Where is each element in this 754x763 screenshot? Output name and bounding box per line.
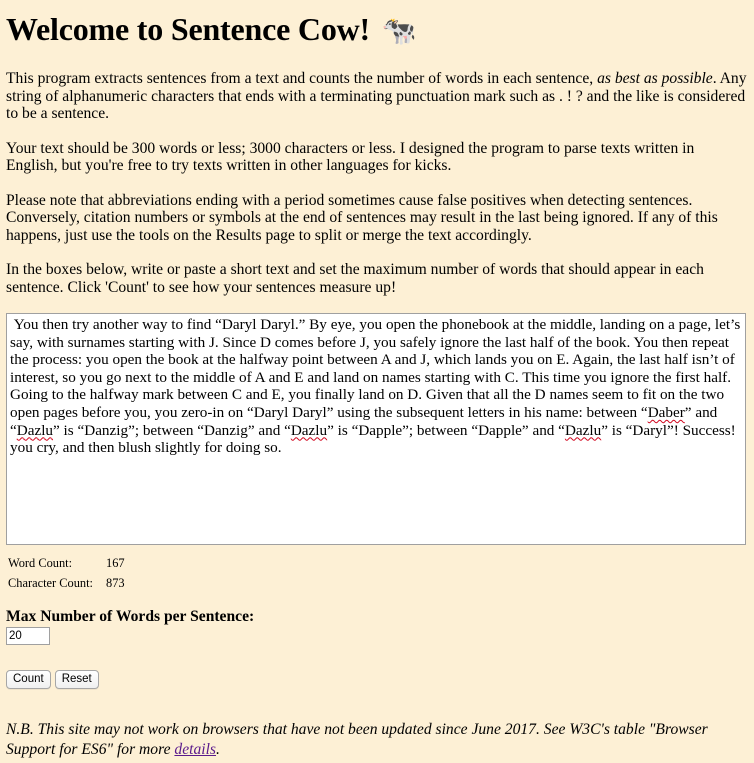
word-count-value: 167 [106,556,125,570]
count-button[interactable]: Count [6,670,51,689]
counts-panel: Word Count: 167 Character Count: 873 [6,553,748,593]
intro-paragraph-1: This program extracts sentences from a t… [6,70,747,122]
character-count-value: 873 [106,576,125,590]
intro-paragraph-2: Your text should be 300 words or less; 3… [6,139,695,175]
reset-button[interactable]: Reset [54,670,99,689]
intro-paragraph-4: In the boxes below, write or paste a sho… [6,261,704,296]
button-row: Count Reset [6,670,748,689]
cow-icon: 🐄 [381,14,417,47]
details-link[interactable]: details [174,741,216,758]
intro-paragraph-3: Please note that abbreviations ending wi… [6,191,718,244]
browser-note: N.B. This site may not work on browsers … [6,721,708,758]
max-words-label: Max Number of Words per Sentence: [6,608,255,625]
max-words-input[interactable]: 20 [6,627,50,645]
word-count-label: Word Count: [8,556,73,570]
page-title: Welcome to Sentence Cow! 🐄 [6,0,748,48]
character-count-row: Character Count: 873 [6,573,748,593]
title-text: Welcome to Sentence Cow! [6,11,370,47]
character-count-label: Character Count: [8,576,93,590]
page: Welcome to Sentence Cow! 🐄 This program … [0,0,754,759]
text-input-area[interactable]: You then try another way to find “Daryl … [6,313,746,545]
word-count-row: Word Count: 167 [6,553,748,573]
